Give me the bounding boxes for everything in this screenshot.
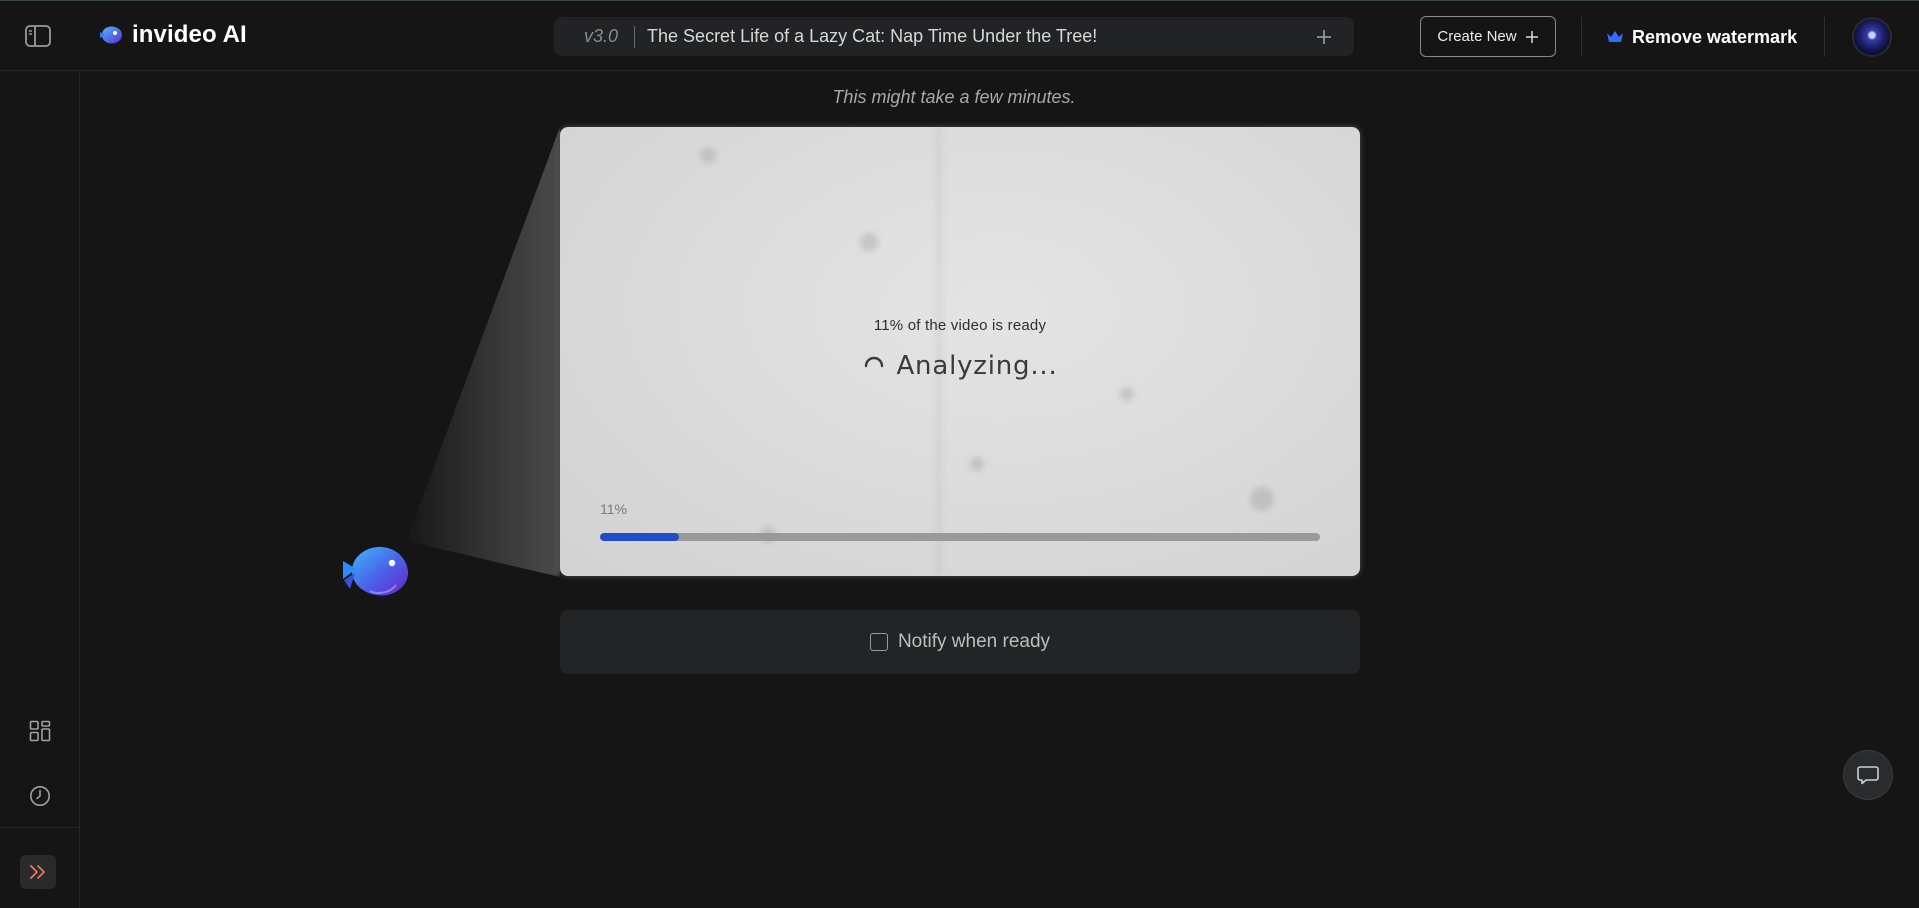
chat-bubble-icon: [1857, 766, 1879, 785]
sidebar-divider: [0, 827, 80, 828]
noise-spot: [1120, 387, 1134, 401]
create-new-button[interactable]: Create New: [1420, 16, 1556, 57]
grid-icon: [29, 720, 51, 742]
plus-icon: [1525, 30, 1538, 43]
status-note: This might take a few minutes.: [832, 87, 1076, 107]
avatar[interactable]: [1852, 17, 1892, 57]
brand[interactable]: invideo AI: [98, 21, 247, 49]
projector-beam: [406, 127, 560, 577]
noise-spot: [700, 147, 716, 163]
sidebar-toggle-button[interactable]: [24, 24, 52, 48]
topbar-divider: [1824, 17, 1825, 57]
clock-icon: [30, 786, 50, 806]
spinner-icon: [865, 356, 884, 368]
sidebar-item-history[interactable]: [26, 782, 54, 810]
plus-icon: [1317, 29, 1331, 44]
topbar-divider: [1581, 17, 1582, 57]
project-title-bar[interactable]: v3.0 The Secret Life of a Lazy Cat: Nap …: [554, 17, 1354, 56]
mascot-fish-icon: [343, 546, 409, 596]
noise-spot: [970, 457, 984, 471]
progress-percent-label: 11%: [600, 501, 627, 517]
expand-sidebar-button[interactable]: [20, 855, 56, 889]
progress-bar: [600, 533, 1320, 541]
title-divider: [634, 25, 636, 48]
double-chevron-right-icon: [30, 865, 45, 879]
app-root: invideo AI v3.0 The Secret Life of a Laz…: [0, 0, 1919, 908]
brand-name: invideo AI: [132, 21, 247, 48]
project-title[interactable]: The Secret Life of a Lazy Cat: Nap Time …: [647, 26, 1304, 47]
remove-watermark-button[interactable]: Remove watermark: [1606, 21, 1797, 53]
notify-checkbox[interactable]: [869, 633, 888, 651]
sidebar-item-templates[interactable]: [26, 717, 54, 745]
add-version-button[interactable]: [1304, 17, 1344, 56]
notify-label: Notify when ready: [897, 631, 1051, 652]
notify-when-ready-toggle[interactable]: Notify when ready: [560, 610, 1360, 674]
version-label: v3.0: [584, 26, 619, 46]
progress-bar-fill: [600, 533, 680, 541]
analyzing-status: Analyzing...: [560, 351, 1360, 381]
create-new-label: Create New: [1437, 28, 1517, 45]
invideo-logo-icon: [100, 26, 122, 44]
sidebar-panel-icon: [25, 25, 51, 47]
noise-spot: [860, 233, 878, 251]
crown-icon: [1607, 31, 1623, 42]
ready-percentage-text: 11% of the video is ready: [873, 317, 1047, 334]
video-preview: 11% of the video is ready Analyzing... 1…: [560, 127, 1360, 576]
chat-support-button[interactable]: [1843, 750, 1893, 800]
analyzing-label: Analyzing...: [896, 351, 1058, 381]
top-bar: invideo AI v3.0 The Secret Life of a Laz…: [0, 1, 1919, 71]
left-sidebar: [0, 71, 80, 908]
noise-spot: [1250, 487, 1274, 511]
remove-watermark-label: Remove watermark: [1632, 26, 1798, 47]
